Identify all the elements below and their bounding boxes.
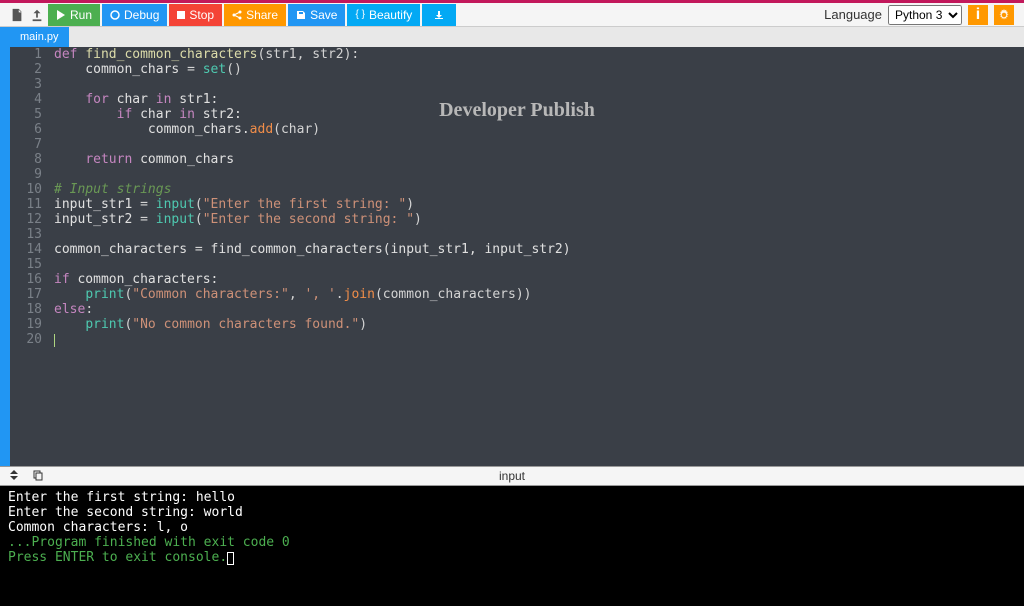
upload-icon[interactable] xyxy=(28,6,46,24)
save-label: Save xyxy=(310,8,337,22)
stop-icon xyxy=(177,11,185,19)
run-button[interactable]: Run xyxy=(48,4,100,26)
tab-bar: main.py xyxy=(10,27,1024,47)
code-line: common_chars = set() xyxy=(54,62,1024,77)
code-line: print("No common characters found.") xyxy=(54,317,1024,332)
console-line: Common characters: l, o xyxy=(8,520,1016,535)
new-file-icon[interactable] xyxy=(8,6,26,24)
save-button[interactable]: Save xyxy=(288,4,345,26)
code-line xyxy=(54,257,1024,272)
code-line xyxy=(54,137,1024,152)
code-line xyxy=(54,227,1024,242)
console-copy-icon[interactable] xyxy=(32,469,44,484)
console-line: Enter the second string: world xyxy=(8,505,1016,520)
code-line: return common_chars xyxy=(54,152,1024,167)
console-mode-label: input xyxy=(499,469,525,483)
info-button[interactable]: i xyxy=(968,5,988,25)
sidebar xyxy=(0,27,10,466)
code-content[interactable]: def find_common_characters(str1, str2): … xyxy=(50,47,1024,466)
console-output[interactable]: Enter the first string: helloEnter the s… xyxy=(0,486,1024,606)
code-line: def find_common_characters(str1, str2): xyxy=(54,47,1024,62)
beautify-label: Beautify xyxy=(369,8,412,22)
tab-label: main.py xyxy=(20,31,59,43)
settings-button[interactable] xyxy=(994,5,1014,25)
console-line: Press ENTER to exit console. xyxy=(8,550,1016,565)
play-icon xyxy=(56,10,66,20)
debug-button[interactable]: Debug xyxy=(102,4,167,26)
line-gutter: 1234567891011121314151617181920 xyxy=(10,47,50,466)
main-area: main.py Developer Publish 12345678910111… xyxy=(0,27,1024,466)
toolbar: Run Debug Stop Share Save { } Beautify L… xyxy=(0,3,1024,27)
toolbar-left: Run Debug Stop Share Save { } Beautify xyxy=(0,4,456,26)
share-icon xyxy=(232,10,242,20)
download-button[interactable] xyxy=(422,4,456,26)
code-line: print("Common characters:", ', '.join(co… xyxy=(54,287,1024,302)
share-button[interactable]: Share xyxy=(224,4,286,26)
run-label: Run xyxy=(70,8,92,22)
code-line xyxy=(54,77,1024,92)
save-icon xyxy=(296,10,306,20)
bug-icon xyxy=(110,10,120,20)
code-line xyxy=(54,167,1024,182)
stop-label: Stop xyxy=(189,8,214,22)
braces-icon: { } xyxy=(355,9,364,20)
debug-label: Debug xyxy=(124,8,159,22)
code-line: common_chars.add(char) xyxy=(54,122,1024,137)
share-label: Share xyxy=(246,8,278,22)
console-line: ...Program finished with exit code 0 xyxy=(8,535,1016,550)
console-toolbar: input xyxy=(0,466,1024,486)
beautify-button[interactable]: { } Beautify xyxy=(347,4,420,26)
console-expand-icon[interactable] xyxy=(8,469,20,484)
gear-icon xyxy=(998,9,1010,21)
code-editor[interactable]: Developer Publish 1234567891011121314151… xyxy=(10,47,1024,466)
toolbar-right: Language Python 3 i xyxy=(824,5,1024,25)
code-line: for char in str1: xyxy=(54,92,1024,107)
code-line: else: xyxy=(54,302,1024,317)
code-line: input_str1 = input("Enter the first stri… xyxy=(54,197,1024,212)
info-icon: i xyxy=(976,6,980,24)
language-label: Language xyxy=(824,7,882,22)
console-line: Enter the first string: hello xyxy=(8,490,1016,505)
code-line: input_str2 = input("Enter the second str… xyxy=(54,212,1024,227)
code-line xyxy=(54,332,1024,347)
language-select[interactable]: Python 3 xyxy=(888,5,962,25)
stop-button[interactable]: Stop xyxy=(169,4,222,26)
code-line: if common_characters: xyxy=(54,272,1024,287)
file-tab[interactable]: main.py xyxy=(10,27,69,47)
editor-wrap: main.py Developer Publish 12345678910111… xyxy=(10,27,1024,466)
code-line: # Input strings xyxy=(54,182,1024,197)
code-line: common_characters = find_common_characte… xyxy=(54,242,1024,257)
download-icon xyxy=(434,10,444,20)
code-line: if char in str2: xyxy=(54,107,1024,122)
